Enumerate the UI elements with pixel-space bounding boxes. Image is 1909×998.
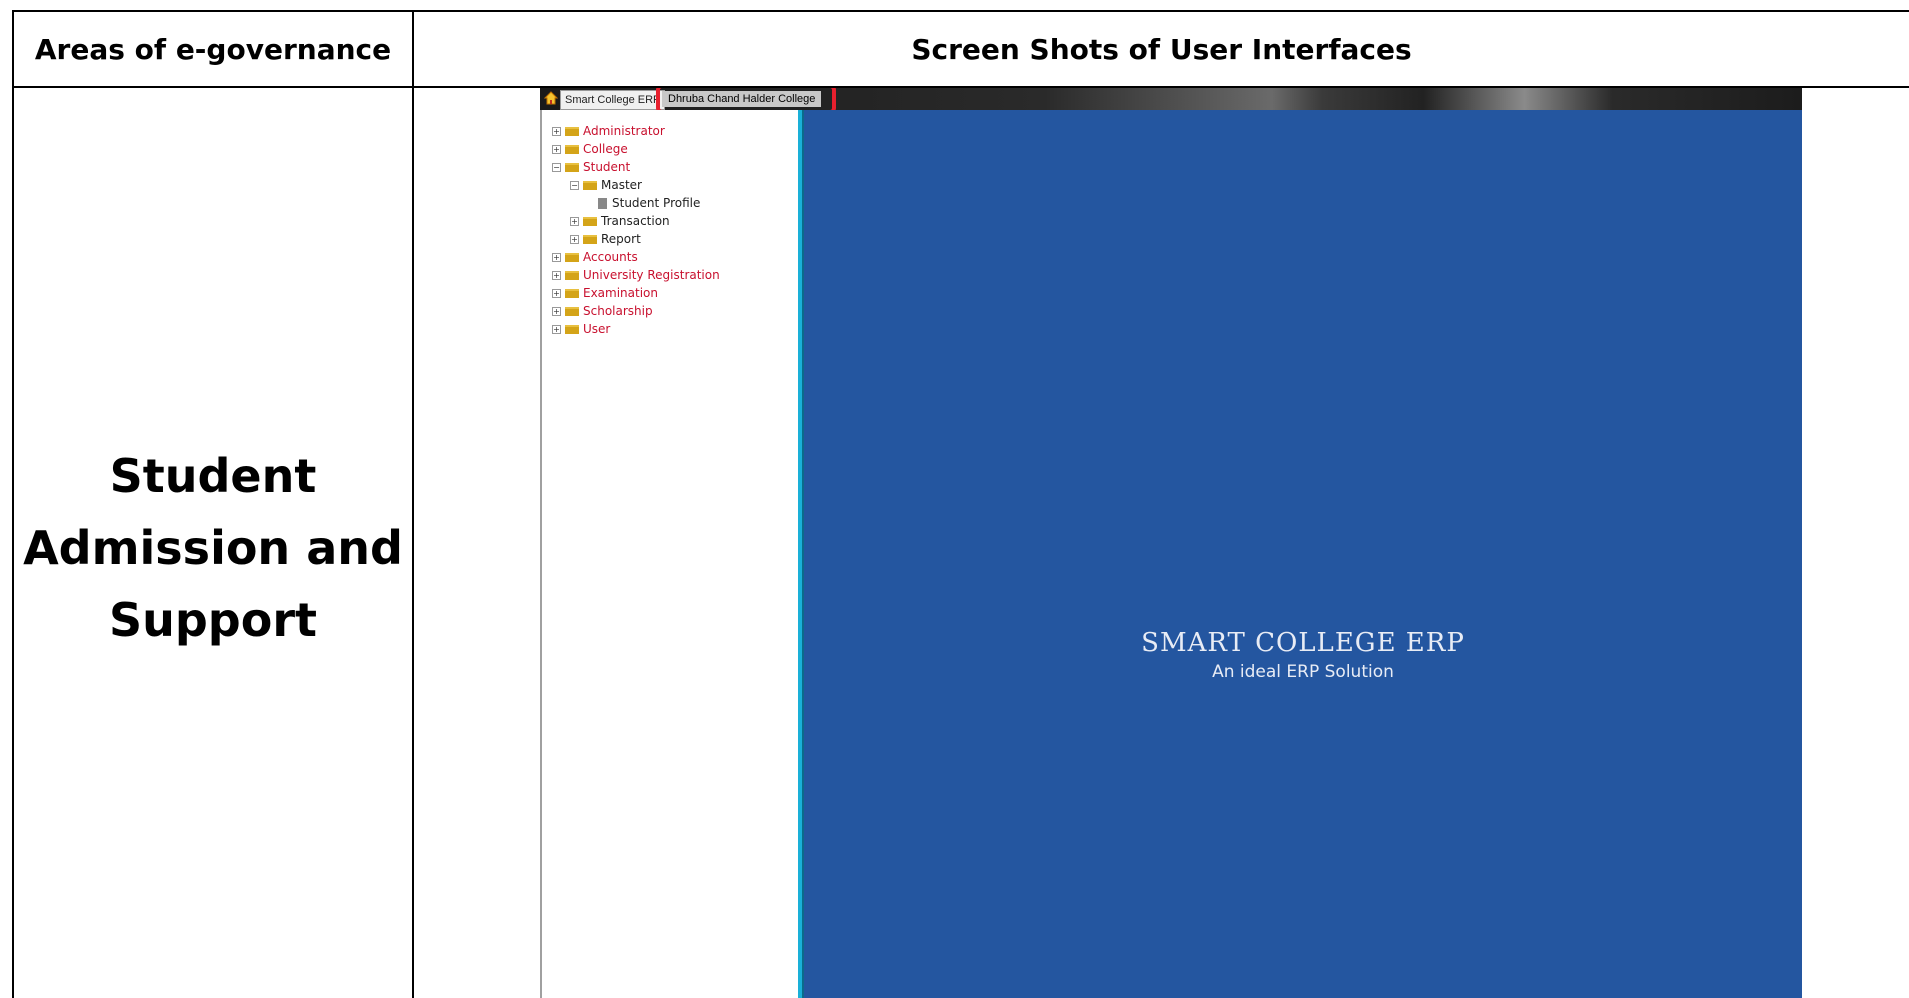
tree-item-student[interactable]: − Student: [552, 158, 720, 176]
tree-item-college[interactable]: + College: [552, 140, 720, 158]
folder-icon: [583, 181, 597, 190]
expand-icon[interactable]: +: [552, 271, 561, 280]
folder-icon: [565, 127, 579, 136]
expand-icon[interactable]: +: [570, 235, 579, 244]
expand-icon[interactable]: +: [552, 127, 561, 136]
folder-icon: [565, 253, 579, 262]
area-label: Student Admission and Support: [14, 440, 412, 656]
area-label-line-1: Student: [109, 449, 317, 503]
tree-item-label: Transaction: [601, 214, 670, 228]
folder-icon: [583, 235, 597, 244]
tree-item-label: Report: [601, 232, 641, 246]
tree-item-label: Administrator: [583, 124, 665, 138]
tree-item-label: Scholarship: [583, 304, 653, 318]
folder-icon: [565, 289, 579, 298]
header-screenshots: Screen Shots of User Interfaces: [911, 32, 1412, 66]
tree-item-accounts[interactable]: + Accounts: [552, 248, 720, 266]
document-icon: [598, 198, 607, 209]
expand-icon[interactable]: +: [552, 253, 561, 262]
brand-title: SMART COLLEGE ERP: [1141, 628, 1465, 658]
navigation-tree: + Administrator + College − Student − Master…: [552, 122, 720, 338]
tree-item-scholarship[interactable]: + Scholarship: [552, 302, 720, 320]
tree-item-label: Accounts: [583, 250, 638, 264]
expand-icon[interactable]: +: [552, 145, 561, 154]
expand-icon[interactable]: +: [552, 289, 561, 298]
tree-item-label: College: [583, 142, 628, 156]
tree-item-label: Master: [601, 178, 642, 192]
tree-item-student-profile[interactable]: Student Profile: [552, 194, 720, 212]
brand-subtitle: An ideal ERP Solution: [1212, 662, 1394, 682]
column-divider: [412, 10, 414, 998]
tree-item-label: User: [583, 322, 611, 336]
tree-item-label: University Registration: [583, 268, 720, 282]
tree-item-master[interactable]: − Master: [552, 176, 720, 194]
collapse-icon[interactable]: −: [570, 181, 579, 190]
folder-icon: [565, 163, 579, 172]
home-icon: [544, 91, 558, 105]
collapse-icon[interactable]: −: [552, 163, 561, 172]
erp-screenshot: Smart College ERP Dhruba Chand Halder Co…: [540, 88, 1802, 998]
folder-icon: [565, 325, 579, 334]
tree-item-label: Student Profile: [612, 196, 701, 210]
tree-item-transaction[interactable]: + Transaction: [552, 212, 720, 230]
folder-icon: [565, 145, 579, 154]
area-label-line-3: Support: [108, 593, 317, 647]
main-content-pane: [804, 110, 1802, 998]
header-areas: Areas of e-governance: [34, 32, 392, 66]
tree-item-university-registration[interactable]: + University Registration: [552, 266, 720, 284]
navigation-tree-pane: + Administrator + College − Student − Master…: [540, 110, 798, 998]
tab-smart-college-erp[interactable]: Smart College ERP: [560, 90, 666, 110]
area-label-line-2: Admission and: [23, 521, 403, 575]
folder-icon: [565, 271, 579, 280]
tree-item-report[interactable]: + Report: [552, 230, 720, 248]
window-titlebar: Smart College ERP Dhruba Chand Halder Co…: [540, 88, 1802, 114]
tree-item-label: Examination: [583, 286, 659, 300]
folder-icon: [583, 217, 597, 226]
tree-item-user[interactable]: + User: [552, 320, 720, 338]
tree-item-administrator[interactable]: + Administrator: [552, 122, 720, 140]
tree-item-examination[interactable]: + Examination: [552, 284, 720, 302]
expand-icon[interactable]: +: [570, 217, 579, 226]
brand-block: SMART COLLEGE ERP An ideal ERP Solution: [804, 628, 1802, 682]
expand-icon[interactable]: +: [552, 307, 561, 316]
expand-icon[interactable]: +: [552, 325, 561, 334]
tree-item-label: Student: [583, 160, 631, 174]
folder-icon: [565, 307, 579, 316]
